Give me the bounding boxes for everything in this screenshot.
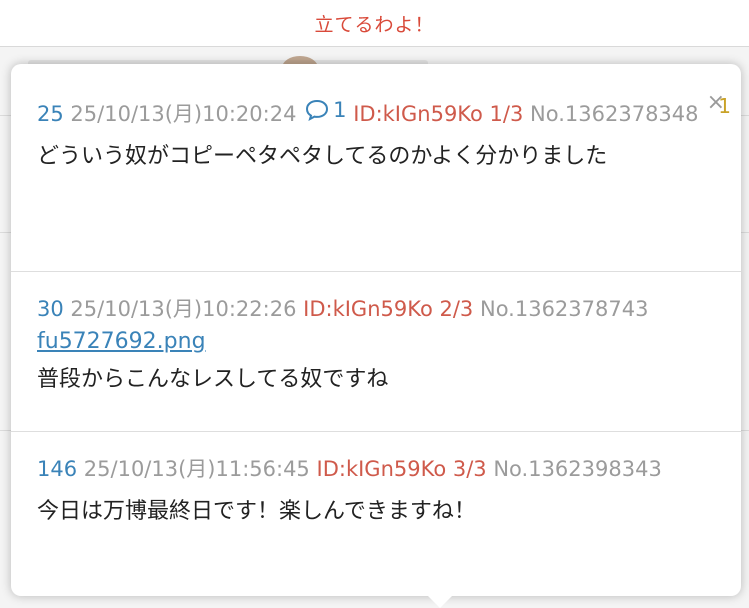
post-date: 25/10/13(月)10:22:26 (70, 297, 297, 321)
poster-id[interactable]: ID:kIGn59Ko 1/3 (353, 102, 523, 126)
post-body: どういう奴がコピーペタペタしてるのかよく分かりました (37, 144, 608, 169)
post-body: 普段からこんなレスしてる奴ですね (37, 367, 389, 392)
post-header: 30 25/10/13(月)10:22:26 ID:kIGn59Ko 2/3 N… (37, 293, 715, 325)
post-no[interactable]: No.1362398343 (493, 457, 661, 481)
post-no[interactable]: No.1362378743 (480, 297, 648, 321)
popup-pointer (428, 596, 452, 608)
post-number[interactable]: 146 (37, 457, 77, 481)
reply-count[interactable]: 1 (303, 94, 347, 126)
post-header: 146 25/10/13(月)11:56:45 ID:kIGn59Ko 3/3 … (37, 453, 715, 485)
reply-popup: × 1 25 25/10/13(月)10:20:24 1 ID:kIGn59Ko… (11, 64, 741, 596)
attached-file-link[interactable]: fu5727692.png (37, 325, 715, 359)
post-header: 25 25/10/13(月)10:20:24 1 ID:kIGn59Ko 1/3… (37, 94, 715, 130)
post-divider (11, 431, 741, 432)
post-no[interactable]: No.1362378348 (530, 102, 698, 126)
post-item: 146 25/10/13(月)11:56:45 ID:kIGn59Ko 3/3 … (11, 453, 741, 533)
post-item: 25 25/10/13(月)10:20:24 1 ID:kIGn59Ko 1/3… (11, 94, 741, 178)
top-bar: 立てるわよ！ (0, 0, 749, 47)
post-number[interactable]: 30 (37, 297, 64, 321)
thread-title[interactable]: 立てるわよ！ (314, 10, 434, 37)
post-date: 25/10/13(月)11:56:45 (83, 457, 310, 481)
reply-count-value: 1 (333, 98, 347, 122)
poster-id[interactable]: ID:kIGn59Ko 3/3 (317, 457, 487, 481)
post-divider (11, 271, 741, 272)
post-body: 今日は万博最終日です！楽しんできますね！ (37, 499, 476, 524)
post-date: 25/10/13(月)10:20:24 (70, 102, 297, 126)
poster-id[interactable]: ID:kIGn59Ko 2/3 (303, 297, 473, 321)
speech-bubble-icon (306, 99, 329, 121)
post-number[interactable]: 25 (37, 102, 64, 126)
post-item: 30 25/10/13(月)10:22:26 ID:kIGn59Ko 2/3 N… (11, 293, 741, 401)
